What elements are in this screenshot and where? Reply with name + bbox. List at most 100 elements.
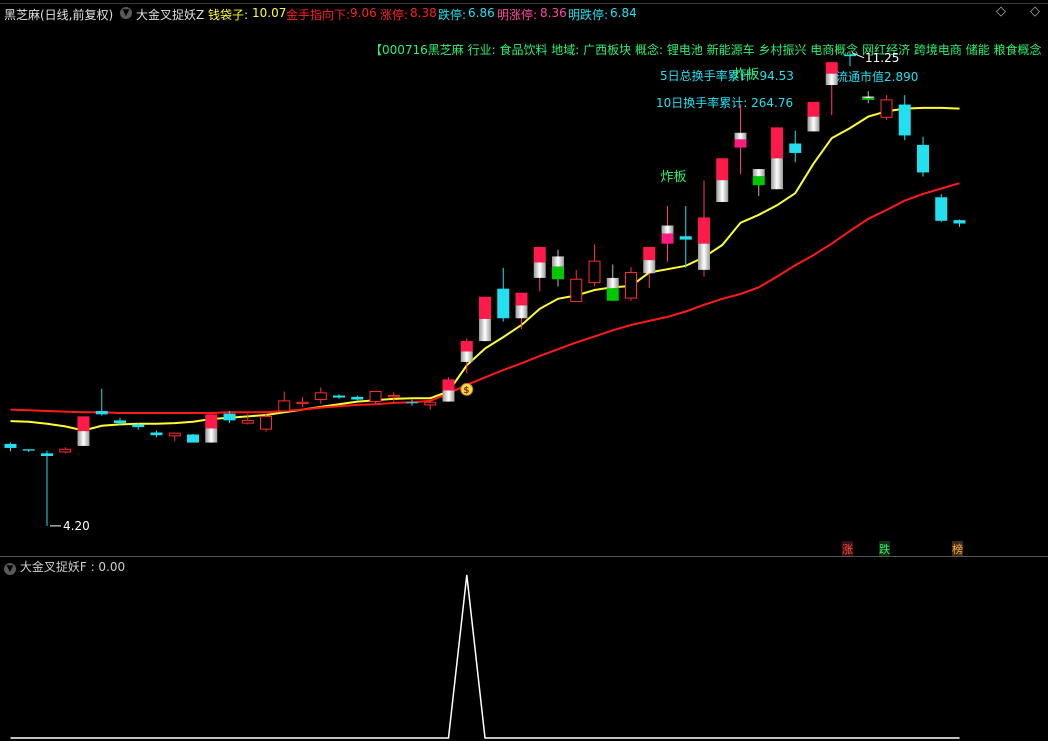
golden-label: 金手指向下: bbox=[286, 8, 351, 22]
limit-up-bottom bbox=[807, 116, 820, 132]
diamond-icon-right[interactable]: ◇ bbox=[1030, 4, 1040, 19]
limit-up-bottom bbox=[515, 305, 528, 319]
limit-up-top bbox=[825, 62, 838, 74]
candle-body bbox=[570, 278, 583, 302]
money-bag-glyph: $ bbox=[463, 386, 469, 396]
candle-body bbox=[351, 396, 364, 400]
top-border bbox=[0, 3, 1048, 4]
down-badge[interactable]: 跌 bbox=[879, 541, 890, 557]
limit-up-bottom bbox=[533, 262, 546, 278]
limit-up-top bbox=[442, 379, 455, 391]
limit-up-bottom bbox=[460, 351, 473, 362]
explode-label-2: 炸板 bbox=[734, 68, 760, 83]
limit-up-bottom bbox=[771, 158, 783, 190]
candle-body bbox=[789, 143, 802, 153]
limit-up-bottom bbox=[825, 73, 838, 86]
indicator-name[interactable]: 大金叉捉妖Z bbox=[136, 6, 204, 23]
low-price-label: 4.20 bbox=[63, 519, 90, 533]
explode-top bbox=[661, 225, 674, 234]
limit-up-top bbox=[515, 292, 528, 306]
explode-label-1: 炸板 bbox=[661, 170, 687, 185]
limit-up-bottom bbox=[698, 243, 710, 270]
limit-up-bottom bbox=[479, 318, 491, 342]
explode-bottom bbox=[734, 139, 747, 148]
limitup-value: 8.38 bbox=[410, 6, 437, 20]
chevron-down-icon[interactable]: ▼ bbox=[120, 7, 132, 19]
moving-averages bbox=[10, 106, 960, 432]
candle-body bbox=[4, 443, 17, 448]
wallet-value: 10.07 bbox=[252, 6, 287, 20]
rank-badge[interactable]: 榜 bbox=[952, 541, 963, 557]
limit-up-bottom bbox=[643, 260, 656, 274]
limit-up-top bbox=[77, 416, 90, 432]
candle-body bbox=[953, 220, 966, 224]
candle-body bbox=[132, 424, 145, 428]
next-down-label: 明跌停: bbox=[568, 8, 609, 22]
wallet-label: 钱袋子: bbox=[208, 8, 249, 22]
candle-body bbox=[187, 434, 199, 443]
candle-body bbox=[223, 413, 236, 421]
candle-body bbox=[168, 432, 181, 437]
candle-body bbox=[369, 390, 382, 403]
limit-down-bottom bbox=[606, 288, 619, 301]
candle-body bbox=[588, 260, 601, 284]
sub-indicator-chart[interactable] bbox=[0, 571, 1048, 741]
candle-body bbox=[625, 272, 637, 299]
up-badge[interactable]: 涨 bbox=[842, 541, 853, 557]
candle-body bbox=[935, 197, 948, 221]
panel-divider[interactable] bbox=[0, 556, 1048, 557]
limit-down-bottom bbox=[552, 266, 564, 280]
limit-down-bottom bbox=[862, 97, 875, 100]
diamond-icon[interactable]: ◇ bbox=[996, 4, 1006, 19]
candle-body bbox=[241, 419, 254, 424]
next-down-value: 6.84 bbox=[610, 6, 637, 20]
candle-body bbox=[41, 453, 53, 456]
explode-bottom bbox=[661, 233, 674, 244]
limit-down-top bbox=[606, 277, 619, 289]
limitdown-value: 6.86 bbox=[468, 6, 495, 20]
annotations: 4.2011.25炸板炸板$ bbox=[50, 51, 899, 533]
explode-top bbox=[734, 132, 747, 140]
yellow-ma-line bbox=[10, 106, 960, 432]
candle-body bbox=[679, 236, 692, 240]
next-up-value: 8.36 bbox=[540, 6, 567, 20]
next-up-label: 明涨停: bbox=[497, 8, 538, 22]
limit-down-bottom bbox=[752, 176, 765, 186]
candle-body bbox=[150, 432, 163, 436]
limit-up-bottom bbox=[77, 431, 90, 446]
limit-up-top bbox=[533, 247, 546, 263]
limit-up-bottom bbox=[205, 428, 218, 443]
candle-body bbox=[387, 395, 400, 398]
candlestick-chart[interactable]: 4.2011.25炸板炸板$ bbox=[0, 24, 1048, 560]
candle-body bbox=[917, 144, 929, 173]
candle-body bbox=[22, 449, 35, 451]
candle-body bbox=[333, 395, 345, 398]
limit-down-top bbox=[862, 96, 875, 98]
candle-body bbox=[95, 410, 108, 415]
candles bbox=[4, 52, 966, 526]
limit-up-top bbox=[205, 414, 218, 429]
candle-body bbox=[296, 401, 309, 405]
candle-body bbox=[278, 400, 291, 412]
limit-up-top bbox=[460, 341, 473, 352]
candle-body bbox=[114, 420, 126, 424]
limit-up-bottom bbox=[716, 180, 729, 202]
stock-title[interactable]: 黑芝麻(日线,前复权) bbox=[4, 6, 113, 23]
high-price-label: 11.25 bbox=[865, 51, 899, 65]
limitup-label: 涨停: bbox=[380, 8, 409, 22]
limit-up-top bbox=[643, 247, 656, 261]
limit-up-top bbox=[698, 217, 710, 244]
golden-value: 9.06 bbox=[350, 6, 377, 20]
limit-up-top bbox=[716, 158, 729, 181]
limit-down-top bbox=[552, 256, 564, 267]
sub-indicator-line bbox=[10, 574, 960, 739]
candle-body bbox=[406, 402, 418, 404]
candle-body bbox=[260, 415, 272, 430]
limitdown-label: 跌停: bbox=[438, 8, 467, 22]
limit-up-bottom bbox=[442, 390, 455, 402]
candle-body bbox=[497, 288, 510, 319]
candle-body bbox=[424, 401, 437, 406]
candle-body bbox=[314, 392, 327, 401]
candle-body bbox=[880, 99, 893, 118]
limit-down-top bbox=[752, 169, 765, 177]
